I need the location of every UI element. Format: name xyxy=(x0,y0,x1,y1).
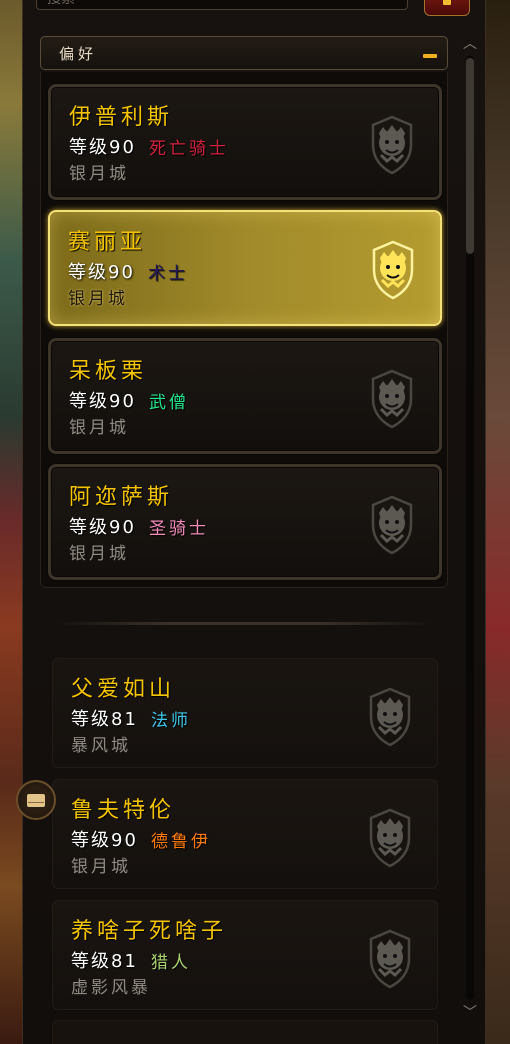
game-world-background-left xyxy=(0,0,22,1044)
collapse-minus-icon[interactable] xyxy=(423,54,437,58)
character-card[interactable]: 鲁夫特伦 等级90 德鲁伊 银月城 xyxy=(52,779,438,889)
alliance-lion-icon xyxy=(365,687,415,747)
scroll-up-arrow-icon[interactable]: ︿ xyxy=(461,37,479,51)
character-name: 赛丽亚 xyxy=(68,230,147,255)
character-card[interactable]: 呆板栗 等级90 武僧 银月城 xyxy=(48,338,442,454)
character-class: 死亡骑士 xyxy=(149,139,229,159)
scroll-down-arrow-icon[interactable]: ﹀ xyxy=(461,1006,479,1020)
character-name: 阿迩萨斯 xyxy=(69,485,174,510)
character-card[interactable]: 父爱如山 等级81 法师 暴风城 xyxy=(52,658,438,768)
alliance-lion-icon xyxy=(367,369,417,429)
alliance-lion-icon xyxy=(367,495,417,555)
character-realm: 银月城 xyxy=(71,857,131,877)
character-class: 术士 xyxy=(148,264,188,284)
character-realm: 银月城 xyxy=(69,418,129,438)
favorites-group-header[interactable]: 偏好 xyxy=(40,36,448,70)
mail-icon[interactable] xyxy=(16,780,56,820)
character-card[interactable]: 养啥子死啥子 等级81 猎人 虚影风暴 xyxy=(52,900,438,1010)
alliance-lion-icon xyxy=(368,240,418,300)
character-level: 等级90 xyxy=(68,262,135,283)
character-level: 等级81 xyxy=(71,951,138,972)
character-level: 等级90 xyxy=(69,391,136,412)
character-class: 德鲁伊 xyxy=(151,832,211,852)
character-name: 养啥子死啥子 xyxy=(71,919,228,944)
character-realm: 虚影风暴 xyxy=(71,978,151,998)
game-world-background-right xyxy=(486,0,510,1044)
character-card[interactable]: 阿迩萨斯 等级90 圣骑士 银月城 xyxy=(48,464,442,580)
character-name: 呆板栗 xyxy=(69,359,148,384)
character-class: 圣骑士 xyxy=(149,519,209,539)
character-class: 武僧 xyxy=(149,393,189,413)
character-class: 法师 xyxy=(151,711,191,731)
search-placeholder: 搜索 xyxy=(47,0,75,7)
character-level: 等级81 xyxy=(71,709,138,730)
scrollbar-thumb[interactable] xyxy=(466,58,474,254)
alliance-lion-icon xyxy=(367,115,417,175)
envelope-icon xyxy=(27,794,45,807)
character-realm: 银月城 xyxy=(68,289,128,309)
group-title: 偏好 xyxy=(59,45,98,63)
alliance-lion-icon xyxy=(365,808,415,868)
character-name: 父爱如山 xyxy=(71,677,176,702)
character-name: 鲁夫特伦 xyxy=(71,798,176,823)
character-level: 等级90 xyxy=(71,830,138,851)
character-level: 等级90 xyxy=(69,137,136,158)
section-divider xyxy=(54,622,434,625)
character-card-selected[interactable]: 赛丽亚 等级90 术士 银月城 xyxy=(48,210,442,326)
character-class: 猎人 xyxy=(151,953,191,973)
search-input[interactable]: 搜索 xyxy=(36,0,408,10)
shop-button[interactable] xyxy=(424,0,470,16)
character-realm: 银月城 xyxy=(69,164,129,184)
character-card[interactable]: 伊普利斯 等级90 死亡骑士 银月城 xyxy=(48,84,442,200)
character-card-partial[interactable] xyxy=(52,1020,438,1044)
character-level: 等级90 xyxy=(69,517,136,538)
character-realm: 暴风城 xyxy=(71,736,131,756)
character-realm: 银月城 xyxy=(69,544,129,564)
shop-icon xyxy=(443,0,451,5)
alliance-lion-icon xyxy=(365,929,415,989)
character-name: 伊普利斯 xyxy=(69,105,174,130)
